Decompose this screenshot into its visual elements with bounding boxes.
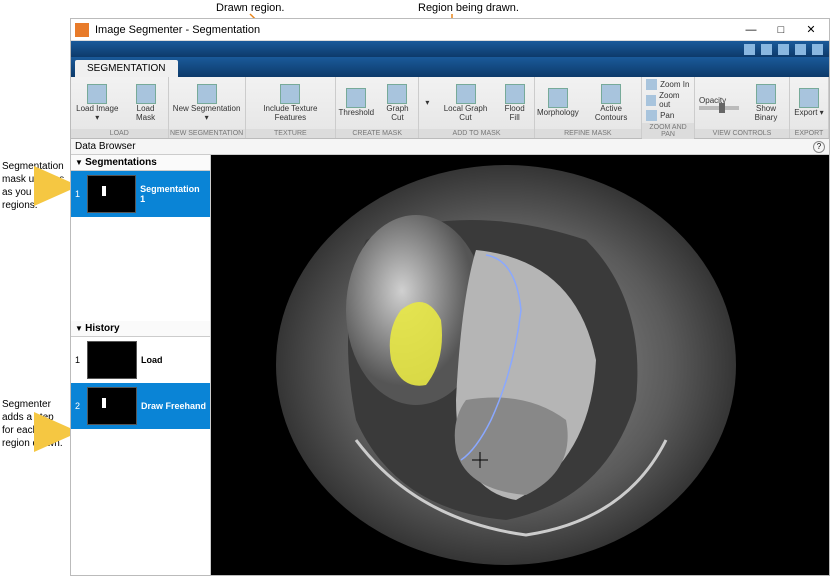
minimize-button[interactable]: — xyxy=(737,21,765,39)
mri-image xyxy=(266,160,746,570)
flood-fill-button[interactable]: Flood Fill xyxy=(496,77,534,129)
segmentation-label: Segmentation 1 xyxy=(140,184,206,204)
load-mask-button[interactable]: Load Mask xyxy=(124,77,168,129)
group-addto-label: ADD TO MASK xyxy=(419,129,533,138)
new-segmentation-button[interactable]: New Segmentation ▾ xyxy=(169,77,245,129)
addto-dropdown[interactable]: ▾ xyxy=(419,77,435,129)
collapse-icon[interactable]: ? xyxy=(813,141,825,153)
history-label: Load xyxy=(141,355,163,365)
opacity-slider[interactable] xyxy=(699,106,739,110)
group-newseg-label: NEW SEGMENTATION xyxy=(169,129,245,138)
quickaccess-bar xyxy=(71,41,829,57)
zoomin-icon xyxy=(646,79,657,90)
history-item-load[interactable]: 1 Load xyxy=(71,337,210,383)
history-thumb xyxy=(87,341,137,379)
group-load-label: LOAD xyxy=(71,129,168,138)
group-zoom-label: ZOOM AND PAN xyxy=(642,123,694,139)
qa-icon[interactable] xyxy=(795,44,806,55)
export-icon xyxy=(799,88,819,108)
annotation-being-drawn: Region being drawn. xyxy=(418,2,519,14)
active-contours-button[interactable]: Active Contours xyxy=(581,77,641,129)
new-seg-icon xyxy=(197,84,217,104)
pan-button[interactable]: Pan xyxy=(646,110,690,121)
texture-icon xyxy=(280,84,300,104)
segmentation-item[interactable]: 1 Segmentation 1 xyxy=(71,171,210,217)
contours-icon xyxy=(601,84,621,104)
morph-icon xyxy=(548,88,568,108)
show-binary-button[interactable]: Show Binary xyxy=(743,77,789,129)
history-thumb xyxy=(87,387,137,425)
zoom-in-button[interactable]: Zoom In xyxy=(646,79,690,90)
group-refine-label: REFINE MASK xyxy=(535,129,641,138)
qa-icon[interactable] xyxy=(812,44,823,55)
graph-cut-button[interactable]: Graph Cut xyxy=(377,77,419,129)
binary-icon xyxy=(756,84,776,104)
zoom-out-button[interactable]: Zoom out xyxy=(646,91,690,109)
export-button[interactable]: Export ▾ xyxy=(790,77,828,129)
item-index: 1 xyxy=(75,355,83,365)
group-export-label: EXPORT xyxy=(790,129,828,138)
zoomout-icon xyxy=(646,95,656,106)
localgc-icon xyxy=(456,84,476,104)
load-image-button[interactable]: Load Image ▾ xyxy=(71,77,124,129)
annotation-drawn-region: Drawn region. xyxy=(216,2,284,14)
image-canvas[interactable] xyxy=(211,155,829,575)
maximize-button[interactable]: □ xyxy=(767,21,795,39)
titlebar: Image Segmenter - Segmentation — □ ✕ xyxy=(71,19,829,41)
tab-bar: SEGMENTATION xyxy=(71,57,829,77)
history-item-draw[interactable]: 2 Draw Freehand xyxy=(71,383,210,429)
group-view-label: VIEW CONTROLS xyxy=(695,129,789,138)
close-button[interactable]: ✕ xyxy=(797,21,825,39)
load-mask-icon xyxy=(136,84,156,104)
threshold-icon xyxy=(346,88,366,108)
ribbon: Load Image ▾ Load Mask LOAD New Segmenta… xyxy=(71,77,829,139)
history-label: Draw Freehand xyxy=(141,401,206,411)
annotation-step-added: Segmenter adds a step for each region dr… xyxy=(2,398,68,450)
qa-icon[interactable] xyxy=(744,44,755,55)
texture-button[interactable]: Include Texture Features xyxy=(246,77,335,129)
pan-icon xyxy=(646,110,657,121)
app-icon xyxy=(75,23,89,37)
morphology-button[interactable]: Morphology xyxy=(535,77,581,129)
qa-icon[interactable] xyxy=(761,44,772,55)
window-title: Image Segmenter - Segmentation xyxy=(95,24,737,36)
app-window: Image Segmenter - Segmentation — □ ✕ SEG… xyxy=(70,18,830,576)
local-graph-cut-button[interactable]: Local Graph Cut xyxy=(435,77,495,129)
item-index: 1 xyxy=(75,189,83,199)
threshold-button[interactable]: Threshold xyxy=(336,77,377,129)
qa-icon[interactable] xyxy=(778,44,789,55)
segmentations-header[interactable]: Segmentations xyxy=(71,155,210,171)
annotation-mask-updates: Segmentation mask updates as you draw re… xyxy=(2,160,68,212)
load-image-icon xyxy=(87,84,107,104)
item-index: 2 xyxy=(75,401,83,411)
floodfill-icon xyxy=(505,84,525,104)
group-texture-label: TEXTURE xyxy=(246,129,335,138)
segmentation-thumb xyxy=(87,175,136,213)
group-create-label: CREATE MASK xyxy=(336,129,418,138)
data-browser-header[interactable]: Data Browser ? xyxy=(71,139,829,155)
tab-segmentation[interactable]: SEGMENTATION xyxy=(75,60,178,77)
side-panel: Segmentations 1 Segmentation 1 History 1… xyxy=(71,155,211,575)
data-browser-label: Data Browser xyxy=(75,141,136,152)
history-header[interactable]: History xyxy=(71,321,210,337)
graphcut-icon xyxy=(387,84,407,104)
